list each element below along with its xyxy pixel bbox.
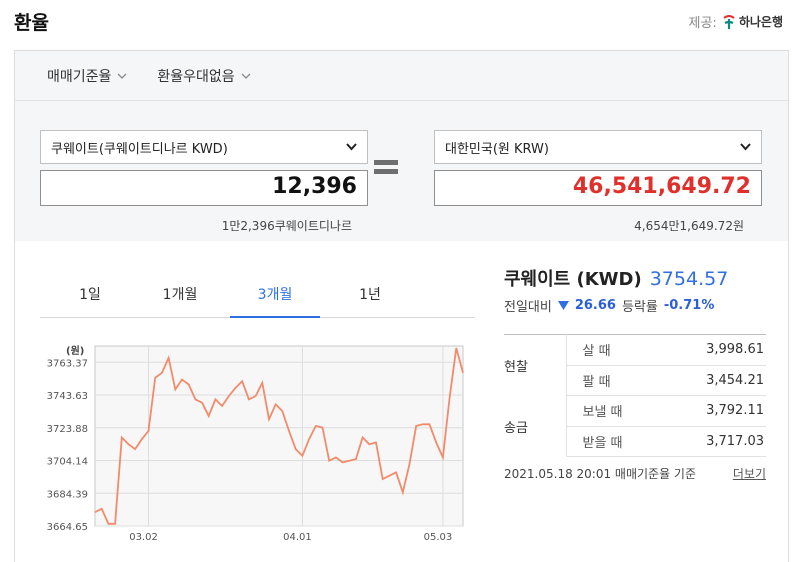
x-tick-label: 04.01 <box>283 532 312 543</box>
y-tick-label: 3664.65 <box>47 522 88 533</box>
tab-1year[interactable]: 1년 <box>325 268 415 317</box>
bank-name: 하나은행 <box>738 15 783 29</box>
provider-info: 제공: 하나은행 <box>689 12 783 31</box>
to-amount-output[interactable]: 46,541,649.72 <box>434 170 762 206</box>
pct-value: -0.71% <box>663 298 715 313</box>
change-value: 26.66 <box>574 298 616 313</box>
pct-label: 등락률 <box>621 300 658 315</box>
table-row: 현찰 살 때 3,998.61 <box>504 334 766 396</box>
down-triangle-icon <box>557 301 569 310</box>
table-row: 송금 보낼 때 3,792.11 <box>504 395 766 457</box>
rate-value: 3,998.61 <box>666 334 766 366</box>
y-tick-label: 3763.37 <box>47 358 88 369</box>
preference-dropdown[interactable]: 환율우대없음 <box>157 66 251 86</box>
rate-basis-dropdown[interactable]: 매매기준율 <box>47 66 127 86</box>
rate-value: 3,792.11 <box>666 395 766 427</box>
x-tick-label: 03.02 <box>129 532 158 543</box>
rate-label: 살 때 <box>566 334 666 366</box>
from-currency-select[interactable]: 쿠웨이트(쿠웨이트디나르 KWD) <box>40 130 368 164</box>
chevron-down-icon <box>117 73 127 79</box>
rate-value: 3,717.03 <box>666 426 766 457</box>
tab-3months[interactable]: 3개월 <box>230 268 320 318</box>
options-bar: 매매기준율 환율우대없음 <box>15 51 788 101</box>
to-amount-words: 4,654만1,649.72원 <box>634 219 744 233</box>
provider-label: 제공: <box>688 16 717 31</box>
currency-summary: 쿠웨이트 (KWD) 3754.57 <box>504 265 728 291</box>
category-cash: 현찰 <box>504 334 567 396</box>
from-amount-words: 1만2,396쿠웨이트디나르 <box>221 219 352 233</box>
tab-1day[interactable]: 1일 <box>45 268 135 317</box>
page-title: 환율 <box>14 12 49 34</box>
rates-table: 현찰 살 때 3,998.61 팔 때 3,454.21 송금 보낼 때 3,7… <box>504 334 766 457</box>
equals-icon <box>374 160 398 176</box>
tab-1month[interactable]: 1개월 <box>135 268 225 317</box>
y-axis-unit: (원) <box>66 344 84 357</box>
caret-down-icon <box>740 143 751 151</box>
from-currency-label: 쿠웨이트(쿠웨이트디나르 KWD) <box>51 141 228 157</box>
rate-chart: (원)3763.37 3743.63 3723.88 3704.14 3684.39 36… <box>40 336 475 546</box>
y-tick-label: 3723.88 <box>47 424 88 435</box>
rate-label: 팔 때 <box>566 365 666 396</box>
rate-label: 받을 때 <box>566 426 666 457</box>
preference-label: 환율우대없음 <box>157 68 235 85</box>
plot-area <box>94 345 464 527</box>
caret-down-icon <box>346 143 357 151</box>
change-info: 전일대비 26.66 등락률 -0.71% <box>504 296 714 315</box>
to-currency-label: 대한민국(원 KRW) <box>445 141 549 157</box>
y-tick-label: 3704.14 <box>47 457 88 468</box>
prev-day-label: 전일대비 <box>504 300 552 315</box>
y-tick-label: 3743.63 <box>47 391 88 402</box>
currency-name: 쿠웨이트 (KWD) <box>504 269 642 290</box>
rate-value: 3,454.21 <box>666 365 766 396</box>
period-tabs: 1일 1개월 3개월 1년 <box>40 268 475 318</box>
category-remit: 송금 <box>504 395 567 457</box>
hana-bank-logo-icon <box>723 14 735 29</box>
rate-basis-label: 매매기준율 <box>47 68 112 85</box>
footnote: 2021.05.18 20:01 매매기준율 기준 더보기 <box>504 465 766 482</box>
from-amount-input[interactable]: 12,396 <box>40 170 368 206</box>
rate-label: 보낼 때 <box>566 395 666 427</box>
y-tick-label: 3684.39 <box>47 489 88 500</box>
to-currency-select[interactable]: 대한민국(원 KRW) <box>434 130 762 164</box>
current-rate: 3754.57 <box>649 268 729 290</box>
basis-note: 2021.05.18 20:01 매매기준율 기준 <box>504 467 697 481</box>
more-link[interactable]: 더보기 <box>733 465 766 482</box>
x-tick-label: 05.03 <box>424 532 453 543</box>
chevron-down-icon <box>241 73 251 79</box>
bank-logo[interactable]: 하나은행 <box>721 13 783 30</box>
